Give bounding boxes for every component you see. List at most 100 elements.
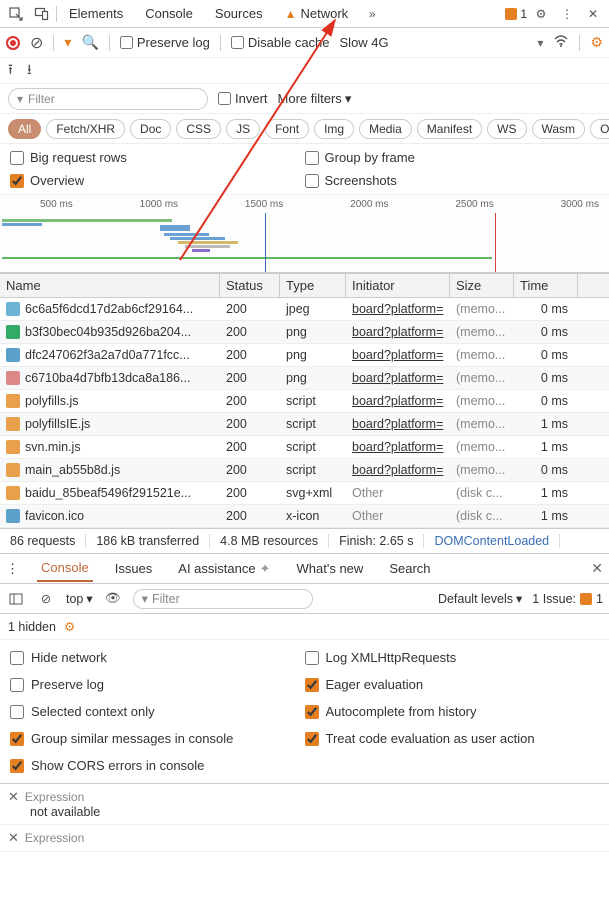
initiator-cell[interactable]: board?platform=: [346, 463, 450, 477]
tab-elements[interactable]: Elements: [59, 2, 133, 25]
initiator-cell[interactable]: board?platform=: [346, 302, 450, 316]
console-setting-checkbox[interactable]: Group similar messages in console: [10, 731, 305, 746]
initiator-cell[interactable]: board?platform=: [346, 371, 450, 385]
console-setting-checkbox[interactable]: Treat code evaluation as user action: [305, 731, 600, 746]
table-row[interactable]: svn.min.js200scriptboard?platform=(memo.…: [0, 436, 609, 459]
kebab-icon[interactable]: ⋮: [555, 2, 579, 26]
console-setting-checkbox[interactable]: Log XMLHttpRequests: [305, 650, 600, 665]
console-setting-checkbox[interactable]: Preserve log: [10, 677, 305, 692]
expression-remove-icon[interactable]: ✕: [8, 789, 19, 805]
filter-chip-fetchxhr[interactable]: Fetch/XHR: [46, 119, 125, 139]
more-tabs-icon[interactable]: »: [360, 2, 384, 26]
filter-chip-manifest[interactable]: Manifest: [417, 119, 482, 139]
drawer-kebab-icon[interactable]: ⋮: [6, 561, 19, 577]
console-setting-checkbox[interactable]: Eager evaluation: [305, 677, 600, 692]
tab-console[interactable]: Console: [135, 2, 203, 25]
initiator-cell[interactable]: board?platform=: [346, 440, 450, 454]
filter-chip-js[interactable]: JS: [226, 119, 260, 139]
throttle-caret-icon[interactable]: ▾: [537, 36, 543, 50]
console-sidebar-icon[interactable]: [6, 591, 26, 607]
table-row[interactable]: polyfillsIE.js200scriptboard?platform=(m…: [0, 413, 609, 436]
overview-checkbox[interactable]: Overview: [10, 173, 305, 188]
console-setting-checkbox[interactable]: Autocomplete from history: [305, 704, 600, 719]
tab-network[interactable]: ▲Network: [275, 2, 359, 25]
filter-input[interactable]: ▾Filter: [8, 88, 208, 110]
console-filter-input[interactable]: ▾Filter: [133, 589, 313, 609]
filter-chip-ws[interactable]: WS: [487, 119, 526, 139]
download-har-icon[interactable]: ⭳: [27, 59, 32, 83]
tab-sources[interactable]: Sources: [205, 2, 273, 25]
filter-chip-wasm[interactable]: Wasm: [532, 119, 586, 139]
filter-chip-media[interactable]: Media: [359, 119, 412, 139]
header-time[interactable]: Time: [514, 274, 578, 297]
drawer-tab-search[interactable]: Search: [385, 556, 434, 581]
table-row[interactable]: dfc247062f3a2a7d0a771fcc...200pngboard?p…: [0, 344, 609, 367]
overview-timeline[interactable]: 500 ms1000 ms1500 ms2000 ms2500 ms3000 m…: [0, 195, 609, 273]
table-row[interactable]: baidu_85beaf5496f291521e...200svg+xmlOth…: [0, 482, 609, 505]
console-setting-checkbox[interactable]: Hide network: [10, 650, 305, 665]
drawer-tab-issues[interactable]: Issues: [111, 556, 157, 581]
initiator-cell[interactable]: board?platform=: [346, 417, 450, 431]
initiator-cell[interactable]: board?platform=: [346, 394, 450, 408]
console-clear-icon[interactable]: ⊘: [36, 591, 56, 606]
filter-chip-all[interactable]: All: [8, 119, 41, 139]
group-by-frame-checkbox[interactable]: Group by frame: [305, 150, 600, 165]
screenshots-checkbox[interactable]: Screenshots: [305, 173, 600, 188]
file-name: c6710ba4d7bfb13dca8a186...: [25, 371, 190, 385]
filter-chip-img[interactable]: Img: [314, 119, 354, 139]
disable-cache-checkbox[interactable]: Disable cache: [231, 35, 330, 50]
filter-chip-doc[interactable]: Doc: [130, 119, 171, 139]
upload-har-icon[interactable]: ⭱: [8, 59, 13, 83]
close-icon[interactable]: ✕: [581, 2, 605, 26]
type-cell: svg+xml: [280, 486, 346, 500]
clear-button[interactable]: ⊘: [30, 33, 43, 53]
inspect-icon[interactable]: [4, 2, 28, 26]
settings-icon[interactable]: ⚙: [529, 2, 553, 26]
device-toolbar-icon[interactable]: [30, 2, 54, 26]
network-settings-icon[interactable]: ⚙: [590, 34, 603, 51]
record-button[interactable]: [6, 36, 20, 50]
table-row[interactable]: favicon.ico200x-iconOther(disk c...1 ms: [0, 505, 609, 528]
filter-chip-font[interactable]: Font: [265, 119, 309, 139]
drawer-tab-ai[interactable]: AI assistance✦: [174, 556, 274, 582]
preserve-log-checkbox[interactable]: Preserve log: [120, 35, 210, 50]
log-levels-select[interactable]: Default levels▾: [438, 591, 522, 606]
drawer-tab-whatsnew[interactable]: What's new: [293, 556, 368, 581]
table-row[interactable]: polyfills.js200scriptboard?platform=(mem…: [0, 390, 609, 413]
timeline-tick: 1000 ms: [140, 199, 178, 210]
header-type[interactable]: Type: [280, 274, 346, 297]
header-name[interactable]: Name: [0, 274, 220, 297]
network-conditions-icon[interactable]: [553, 33, 569, 52]
throttle-select[interactable]: Slow 4G: [340, 35, 389, 50]
filter-toggle-icon[interactable]: ▾: [64, 34, 71, 51]
header-status[interactable]: Status: [220, 274, 280, 297]
console-settings-icon[interactable]: ⚙: [64, 619, 75, 634]
initiator-cell[interactable]: board?platform=: [346, 348, 450, 362]
header-size[interactable]: Size: [450, 274, 514, 297]
search-icon[interactable]: 🔍: [81, 34, 98, 51]
drawer-tab-console[interactable]: Console: [37, 555, 93, 582]
issues-badge[interactable]: 1: [505, 7, 527, 21]
table-row[interactable]: b3f30bec04b935d926ba204...200pngboard?pl…: [0, 321, 609, 344]
drawer-close-icon[interactable]: ✕: [591, 560, 603, 577]
console-setting-checkbox[interactable]: Show CORS errors in console: [10, 758, 305, 773]
table-row[interactable]: 6c6a5f6dcd17d2ab6cf29164...200jpegboard?…: [0, 298, 609, 321]
header-initiator[interactable]: Initiator: [346, 274, 450, 297]
console-setting-checkbox[interactable]: Selected context only: [10, 704, 305, 719]
more-filters[interactable]: More filters▾: [278, 91, 352, 107]
type-cell: script: [280, 394, 346, 408]
overview-label: Overview: [30, 173, 84, 188]
invert-checkbox[interactable]: Invert: [218, 91, 268, 106]
expression-remove-icon[interactable]: ✕: [8, 830, 19, 846]
table-row[interactable]: c6710ba4d7bfb13dca8a186...200pngboard?pl…: [0, 367, 609, 390]
console-issue-badge[interactable]: 1 Issue:1: [532, 592, 603, 606]
initiator-cell[interactable]: board?platform=: [346, 325, 450, 339]
status-cell: 200: [220, 302, 280, 316]
context-select[interactable]: top▾: [66, 591, 93, 606]
big-request-rows-checkbox[interactable]: Big request rows: [10, 150, 305, 165]
table-row[interactable]: main_ab55b8d.js200scriptboard?platform=(…: [0, 459, 609, 482]
separator: [109, 35, 110, 51]
filter-chip-css[interactable]: CSS: [176, 119, 221, 139]
filter-chip-other[interactable]: Other: [590, 119, 609, 139]
live-expression-icon[interactable]: 👁: [103, 591, 123, 606]
